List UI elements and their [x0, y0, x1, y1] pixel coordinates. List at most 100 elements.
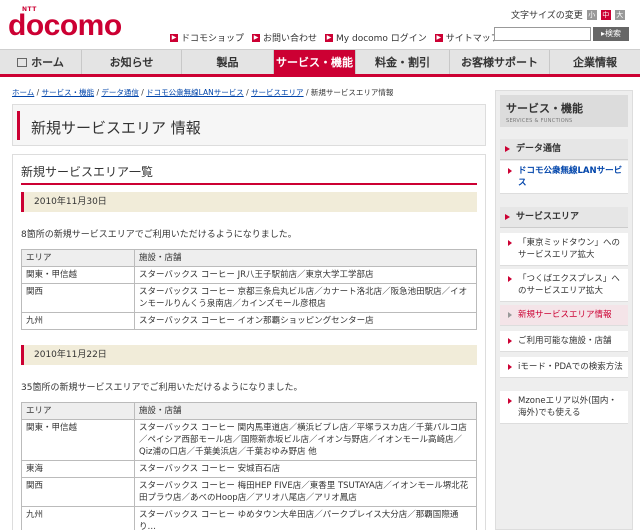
date-header: 2010年11月30日	[21, 192, 477, 212]
page-title: 新規サービスエリア 情報	[31, 119, 201, 137]
area-cell: 九州	[21, 312, 135, 330]
sidebar-item-label: Mzoneエリア以外(国内・海外)でも使える	[518, 396, 617, 418]
tab-home[interactable]: ホーム	[0, 50, 82, 74]
arrow-icon	[508, 168, 512, 174]
font-size-medium-button[interactable]: 中	[600, 9, 611, 20]
arrow-icon: ▶	[434, 33, 443, 42]
table-row: 関西 スターバックス コーヒー 京都三条烏丸ビル店／カナート洛北店／阪急池田駅店…	[21, 283, 477, 313]
sidebar-item-label: iモード・PDAでの検索方法	[518, 362, 623, 372]
font-size-large-button[interactable]: 大	[614, 9, 625, 20]
breadcrumb-services[interactable]: サービス・機能	[42, 88, 95, 97]
table-header-row: エリア 施設・店舗	[21, 402, 477, 420]
arrow-icon	[508, 276, 512, 282]
sidebar-item-service-area[interactable]: サービスエリア	[500, 207, 628, 228]
arrow-icon: ▶	[170, 33, 178, 42]
sidebar-item-wifi[interactable]: ドコモ公衆無線LANサービス	[500, 161, 628, 194]
section-title: 新規サービスエリア一覧	[21, 165, 154, 179]
search-button-label: 検索	[605, 29, 621, 38]
header: NTT docomo ▶ ドコモショップ ▶ お問い合わせ ▶ My docomo ロ…	[0, 0, 640, 48]
search-button[interactable]: ▸検索	[593, 27, 629, 41]
arrow-icon	[508, 338, 512, 344]
column-header-area: エリア	[21, 402, 135, 420]
sidebar-item-data[interactable]: データ通信	[500, 139, 628, 160]
tab-support[interactable]: お客様サポート	[450, 50, 550, 74]
facility-cell: スターバックス コーヒー JR八王子駅前店／東京大学工学部店	[134, 266, 477, 284]
area-cell: 関西	[21, 283, 135, 313]
arrow-icon	[508, 240, 512, 246]
sidebar-title: サービス・機能	[506, 102, 583, 115]
link-label: サイトマップ	[445, 34, 500, 44]
link-label: My docomo ログイン	[336, 34, 427, 44]
home-icon	[17, 57, 28, 67]
tab-pricing[interactable]: 料金・割引	[356, 50, 450, 74]
tab-label: 料金・割引	[375, 56, 430, 69]
sidebar-item-label: ご利用可能な施設・店舗	[518, 336, 612, 346]
tab-news[interactable]: お知らせ	[82, 50, 182, 74]
sidebar-item-mzone[interactable]: Mzoneエリア以外(国内・海外)でも使える	[500, 391, 628, 424]
area-table: エリア 施設・店舗 関東・甲信越 スターバックス コーヒー 関内馬車道店／横浜ビ…	[21, 402, 477, 530]
facility-cell: スターバックス コーヒー 京都三条烏丸ビル店／カナート洛北店／阪急池田駅店／イオ…	[134, 283, 477, 313]
tab-label: ホーム	[31, 56, 64, 69]
sidebar-item-label: 「つくばエクスプレス」へのサービスエリア拡大	[518, 274, 620, 296]
tab-company[interactable]: 企業情報	[550, 50, 640, 74]
column-header-area: エリア	[21, 249, 135, 267]
tab-label: お客様サポート	[461, 56, 538, 69]
sidebar-header: サービス・機能 SERVICES & FUNCTIONS	[500, 95, 628, 127]
update-notice: 35箇所の新規サービスエリアでご利用いただけるようになりました。	[21, 383, 303, 393]
search-input[interactable]	[494, 27, 591, 41]
facility-cell: スターバックス コーヒー 梅田HEP FIVE店／東香里 TSUTAYA店／イオ…	[134, 477, 477, 507]
breadcrumb-home[interactable]: ホーム	[12, 88, 34, 97]
arrow-icon	[508, 312, 512, 318]
facility-cell: スターバックス コーヒー ゆめタウン大牟田店／パークプレイス大分店／那覇国際通り…	[134, 506, 477, 530]
sidebar-item-facilities[interactable]: ご利用可能な施設・店舗	[500, 331, 628, 352]
sidebar-item-tsukuba[interactable]: 「つくばエクスプレス」へのサービスエリア拡大	[500, 269, 628, 302]
tab-services[interactable]: サービス・機能	[274, 50, 356, 74]
arrow-icon	[508, 398, 512, 404]
utility-links: ▶ ドコモショップ ▶ お問い合わせ ▶ My docomo ログイン ▶ サイトマップ	[170, 31, 500, 44]
table-row: 関西 スターバックス コーヒー 梅田HEP FIVE店／東香里 TSUTAYA店…	[21, 477, 477, 507]
facility-cell: スターバックス コーヒー イオン那覇ショッピングセンター店	[134, 312, 477, 330]
page-title-box: 新規サービスエリア 情報	[12, 104, 486, 146]
section-divider	[21, 183, 477, 185]
table-row: 九州 スターバックス コーヒー イオン那覇ショッピングセンター店	[21, 312, 477, 330]
area-cell: 東海	[21, 460, 135, 478]
date-header: 2010年11月22日	[21, 345, 477, 365]
sidebar-subtitle: SERVICES & FUNCTIONS	[506, 118, 573, 124]
sidebar-item-midtown[interactable]: 「東京ミッドタウン」へのサービスエリア拡大	[500, 233, 628, 266]
facility-cell: スターバックス コーヒー 関内馬車道店／横浜ビブレ店／平塚ラスカ店／千葉パルコ店…	[134, 419, 477, 461]
table-row: 東海 スターバックス コーヒー 安城百石店	[21, 460, 477, 478]
sidebar-item-label: 新規サービスエリア情報	[518, 310, 612, 320]
tab-label: 製品	[216, 56, 239, 69]
link-label: お問い合わせ	[263, 34, 318, 44]
breadcrumb-data[interactable]: データ通信	[101, 88, 139, 97]
sidebar-item-imode-search[interactable]: iモード・PDAでの検索方法	[500, 357, 628, 378]
logo-brand: docomo	[8, 9, 122, 42]
arrow-icon	[508, 364, 512, 370]
link-label: ドコモショップ	[181, 34, 245, 44]
link-contact[interactable]: ▶ お問い合わせ	[252, 31, 317, 44]
link-docomo-shop[interactable]: ▶ ドコモショップ	[170, 31, 244, 44]
tab-label: サービス・機能	[276, 56, 353, 69]
sidebar-item-label: ドコモ公衆無線LANサービス	[518, 166, 623, 188]
breadcrumb-wifi[interactable]: ドコモ公衆無線LANサービス	[146, 88, 244, 97]
column-header-facility: 施設・店舗	[134, 402, 477, 420]
table-header-row: エリア 施設・店舗	[21, 249, 477, 267]
area-cell: 関東・甲信越	[21, 419, 135, 461]
sidebar-item-new-area[interactable]: 新規サービスエリア情報	[500, 305, 628, 326]
area-table: エリア 施設・店舗 関東・甲信越 スターバックス コーヒー JR八王子駅前店／東…	[21, 249, 477, 330]
link-my-docomo-login[interactable]: ▶ My docomo ログイン	[325, 31, 427, 44]
arrow-icon: ▶	[252, 33, 261, 42]
font-size-small-button[interactable]: 小	[586, 9, 597, 20]
arrow-icon	[505, 214, 510, 220]
tab-label: お知らせ	[109, 56, 154, 69]
breadcrumb-current: 新規サービスエリア情報	[310, 88, 394, 97]
font-size-label: 文字サイズの変更	[511, 11, 583, 21]
font-size-switcher: 文字サイズの変更 小 中 大	[511, 8, 625, 21]
link-sitemap[interactable]: ▶ サイトマップ	[434, 31, 500, 44]
sidebar-item-label: サービスエリア	[516, 212, 580, 222]
breadcrumb-area[interactable]: サービスエリア	[251, 88, 304, 97]
table-row: 関東・甲信越 スターバックス コーヒー JR八王子駅前店／東京大学工学部店	[21, 266, 477, 284]
column-header-facility: 施設・店舗	[134, 249, 477, 267]
tab-products[interactable]: 製品	[182, 50, 274, 74]
arrow-icon	[505, 146, 510, 152]
